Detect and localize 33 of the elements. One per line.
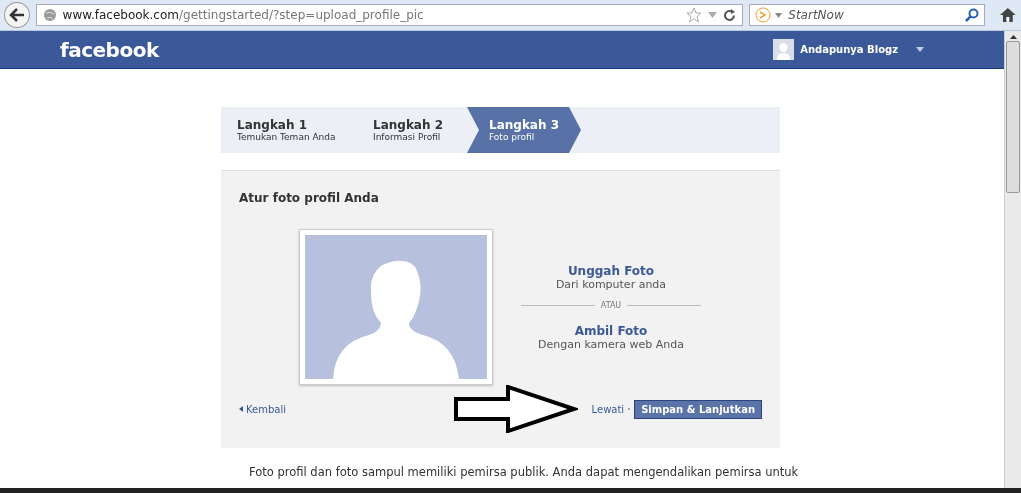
arrow-icon <box>453 385 578 433</box>
tip-text: Foto profil dan foto sampul memiliki pemirsa publik. Anda dapat mengendalikan pemirsa untuk <box>249 465 799 479</box>
upload-photo-link[interactable]: Unggah Foto <box>567 263 655 278</box>
scrollbar[interactable] <box>1004 31 1021 488</box>
search-icon[interactable] <box>965 8 980 22</box>
step-tab[interactable]: Langkah 1 Temukan Teman Anda <box>221 107 357 153</box>
address-bar[interactable]: www.facebook.com/gettingstarted/?step=upload_profile_pic <box>35 4 744 26</box>
caret-icon <box>239 406 243 412</box>
url-text: www.facebook.com/gettingstarted/?step=upload_profile_pic <box>62 8 424 22</box>
option-hint: Dari komputer anda <box>555 277 667 291</box>
globe-icon <box>42 8 57 22</box>
step-tab[interactable]: Langkah 3 Foto profil <box>467 107 581 153</box>
back-link[interactable]: Kembali <box>246 403 286 415</box>
user-name[interactable]: Andapunya Blogz <box>800 44 898 55</box>
back-button[interactable] <box>4 2 30 28</box>
star-icon[interactable] <box>686 7 703 23</box>
save-button[interactable]: Simpan & Lanjutkan <box>634 399 762 419</box>
site-logo[interactable]: facebook <box>60 37 159 62</box>
step-tab[interactable]: Langkah 2 Informasi Profil <box>357 107 467 153</box>
search-field[interactable]: StartNow <box>749 4 986 26</box>
skip-link[interactable]: Lewati <box>591 403 625 415</box>
caret-icon[interactable] <box>916 47 924 52</box>
engine-icon <box>755 7 772 23</box>
option-hint: Dengan kamera web Anda <box>538 337 684 351</box>
dropdown-icon[interactable] <box>775 12 783 18</box>
reload-icon[interactable] <box>723 8 737 22</box>
avatar-icon[interactable] <box>773 39 795 60</box>
take-photo-link[interactable]: Ambil Foto <box>574 323 648 338</box>
scroll-up-icon[interactable] <box>1009 35 1017 39</box>
separator-label: ATAU <box>600 300 622 310</box>
panel-title: Atur foto profil Anda <box>239 191 380 205</box>
home-icon[interactable] <box>999 7 1017 23</box>
back-arrow-icon <box>8 8 25 22</box>
